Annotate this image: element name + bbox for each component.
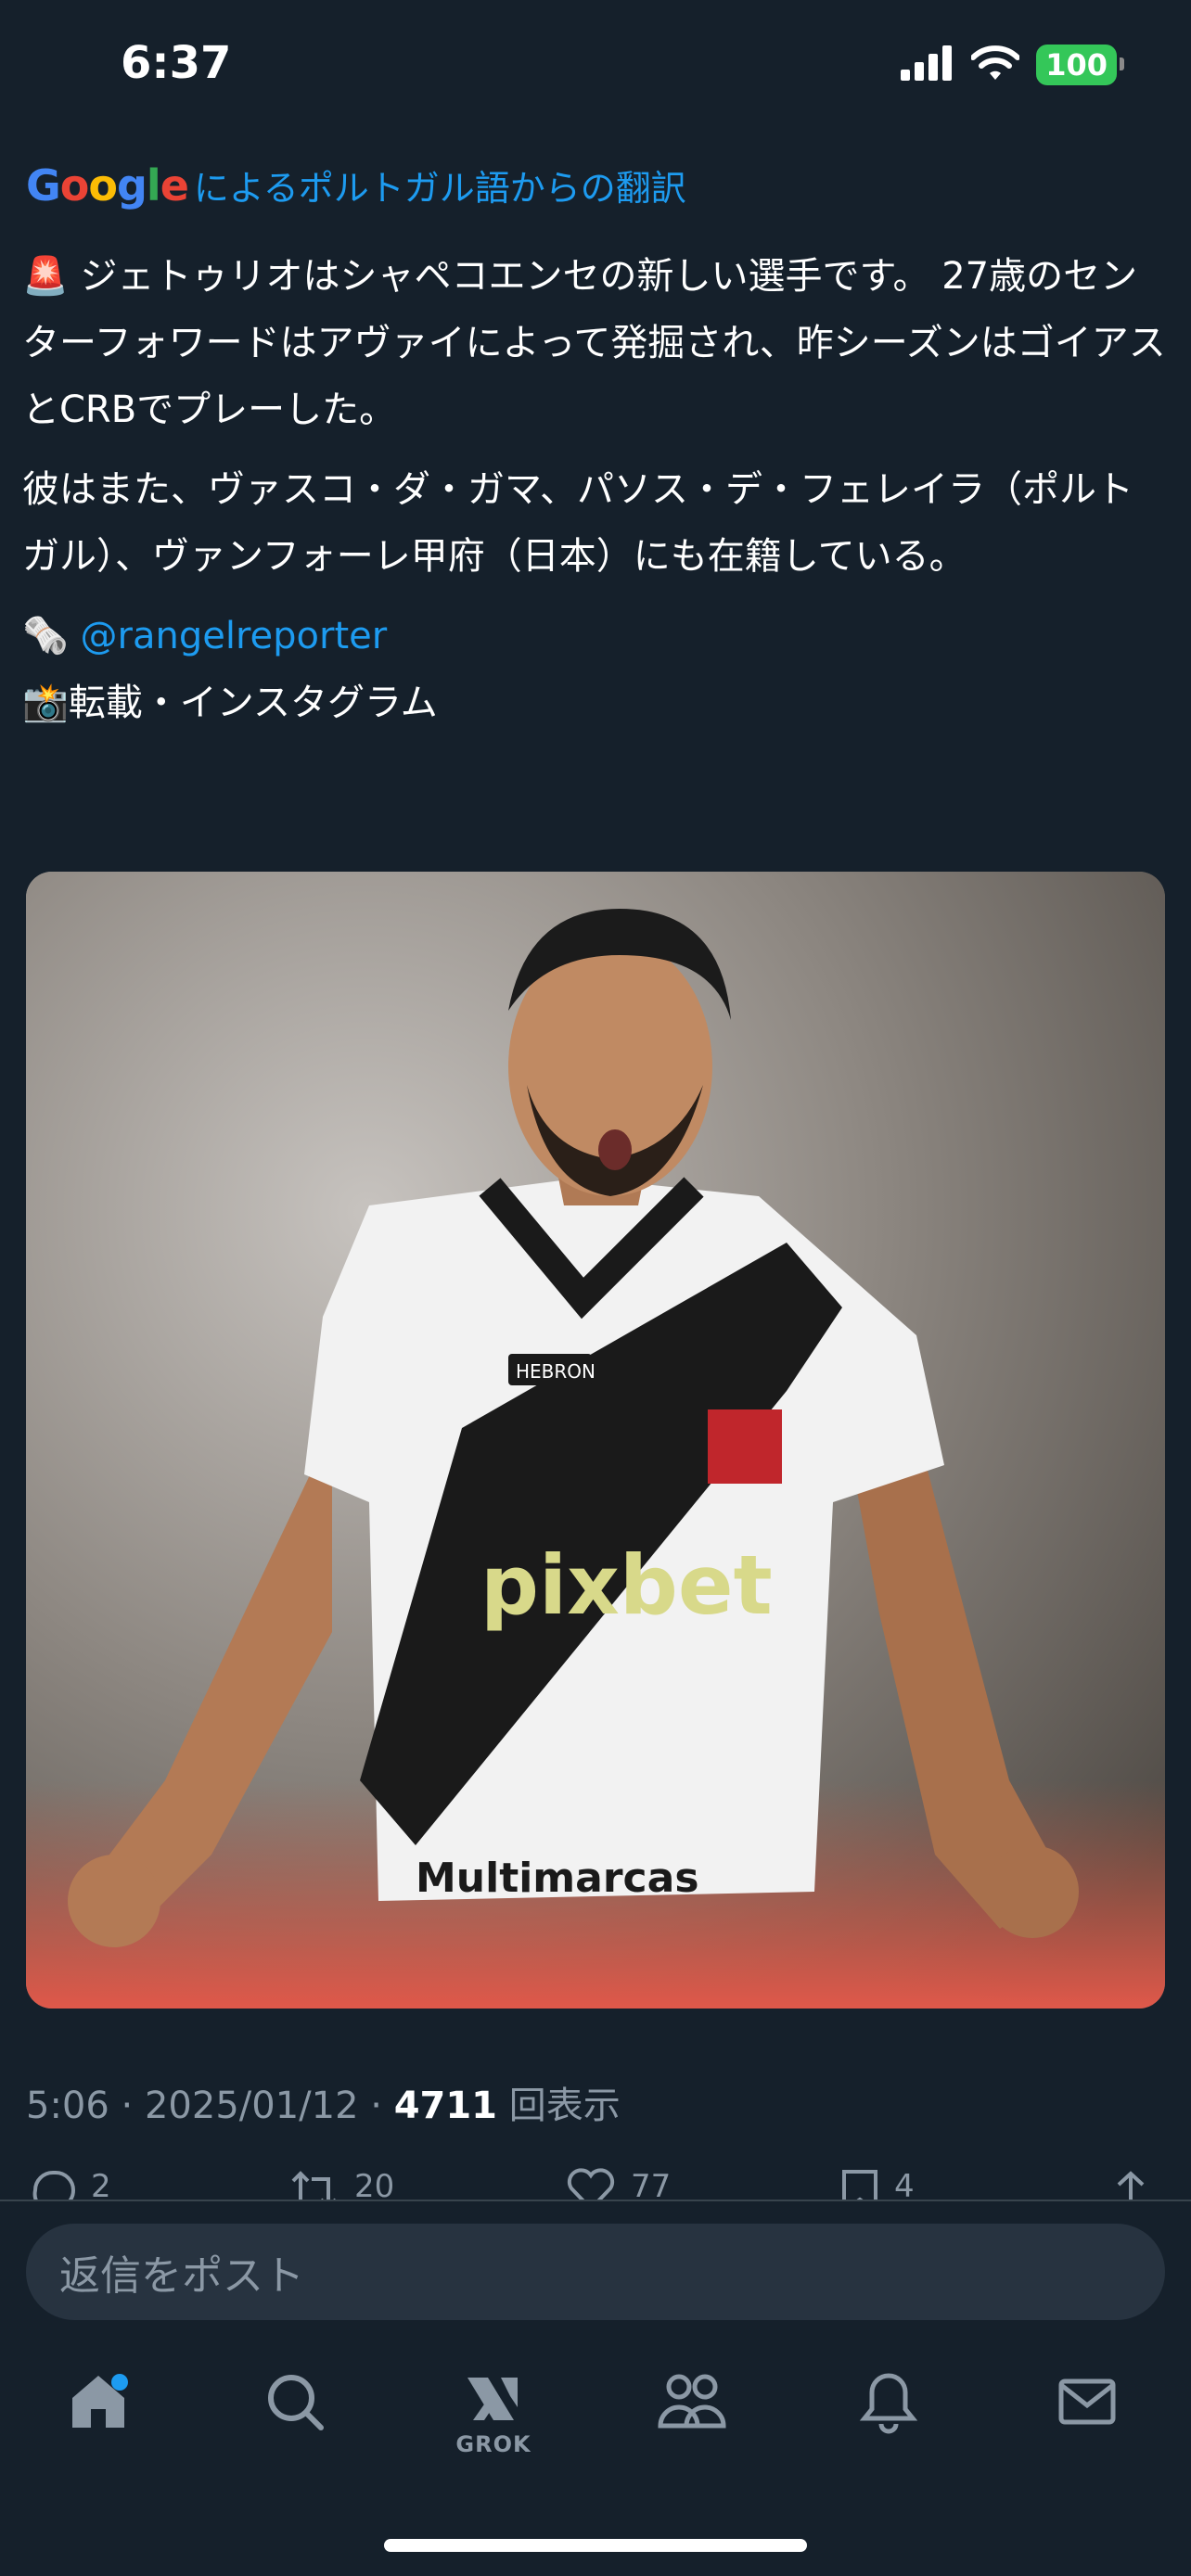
tweet-time: 5:06 <box>26 2085 109 2127</box>
grok-label: GROK <box>455 2431 531 2457</box>
photo-credit-text: 転載・インスタグラム <box>68 682 438 724</box>
tweet-actions: 2 20 77 4 <box>0 2161 1191 2200</box>
player-photo: pixbet Multimarcas HEBRON <box>26 872 1165 2009</box>
photo-credit-line: 📸転載・インスタグラム <box>22 670 1169 736</box>
translation-label: によるポルトガル語からの翻訳 <box>193 168 686 209</box>
grok-icon <box>467 2378 518 2420</box>
tweet-meta: 5:06 · 2025/01/12 · 4711 回表示 <box>26 2085 621 2127</box>
reply-count: 2 <box>91 2168 111 2200</box>
reply-action[interactable]: 2 <box>28 2168 111 2200</box>
reply-bar: 返信をポスト <box>0 2201 1191 2340</box>
bell-icon <box>859 2373 918 2434</box>
jersey-bottom-sponsor: Multimarcas <box>416 1855 699 1902</box>
tab-notifications[interactable] <box>833 2368 944 2480</box>
reply-input[interactable]: 返信をポスト <box>26 2224 1165 2320</box>
chest-badge-text: HEBRON <box>516 1360 596 1383</box>
camera-flash-icon: 📸 <box>22 682 69 724</box>
tweet-paragraph-1: 🚨 ジェトゥリオはシャペコエンセの新しい選手です。 27歳のセンターフォワードは… <box>22 255 1166 431</box>
tab-search[interactable] <box>239 2368 351 2480</box>
mention-link[interactable]: @rangelreporter <box>81 615 388 657</box>
reply-icon <box>32 2171 75 2200</box>
tab-home[interactable] <box>43 2368 154 2480</box>
translation-attribution[interactable]: Google によるポルトガル語からの翻訳 <box>26 159 686 210</box>
tweet-paragraph-2: 彼はまた、ヴァスコ・ダ・ガマ、パソス・デ・フェレイラ（ポルトガル）、ヴァンフォー… <box>22 468 1133 578</box>
battery-icon: 100 <box>1036 45 1124 85</box>
mail-icon <box>1058 2378 1116 2425</box>
bookmark-count: 4 <box>894 2168 915 2200</box>
tweet-date: 2025/01/12 <box>144 2085 359 2127</box>
notification-dot <box>111 2374 128 2391</box>
status-bar: 6:37 100 <box>0 0 1191 130</box>
wifi-icon <box>970 45 1021 84</box>
tab-messages[interactable] <box>1031 2368 1143 2480</box>
share-icon <box>1117 2171 1145 2200</box>
newspaper-icon: 🗞️ <box>22 615 69 657</box>
signal-icon <box>901 45 954 84</box>
tab-communities[interactable] <box>636 2368 748 2480</box>
views-count: 4711 <box>393 2085 498 2127</box>
tweet-text: 🚨 ジェトゥリオはシャペコエンセの新しい選手です。 27歳のセンターフォワードは… <box>22 243 1169 736</box>
like-count: 77 <box>631 2168 672 2200</box>
google-logo: Google <box>26 159 189 210</box>
tab-grok[interactable]: GROK <box>438 2368 549 2480</box>
jersey-sponsor-text: pixbet <box>480 1537 773 1633</box>
tweet-photo[interactable]: pixbet Multimarcas HEBRON <box>26 872 1165 2009</box>
bookmark-icon <box>842 2170 877 2200</box>
heart-icon <box>567 2168 615 2200</box>
communities-icon <box>658 2374 726 2429</box>
bookmark-action[interactable]: 4 <box>839 2168 915 2200</box>
search-icon <box>268 2375 324 2430</box>
like-action[interactable]: 77 <box>564 2168 671 2200</box>
home-indicator[interactable] <box>384 2539 807 2552</box>
repost-icon <box>291 2171 336 2200</box>
repost-action[interactable]: 20 <box>288 2168 394 2200</box>
status-icons: 100 <box>901 45 1124 85</box>
credit-line: 🗞️ @rangelreporter <box>22 603 1169 670</box>
views-label: 回表示 <box>508 2085 621 2127</box>
status-time: 6:37 <box>121 37 232 89</box>
repost-count: 20 <box>354 2168 395 2200</box>
share-action[interactable] <box>1109 2168 1152 2200</box>
